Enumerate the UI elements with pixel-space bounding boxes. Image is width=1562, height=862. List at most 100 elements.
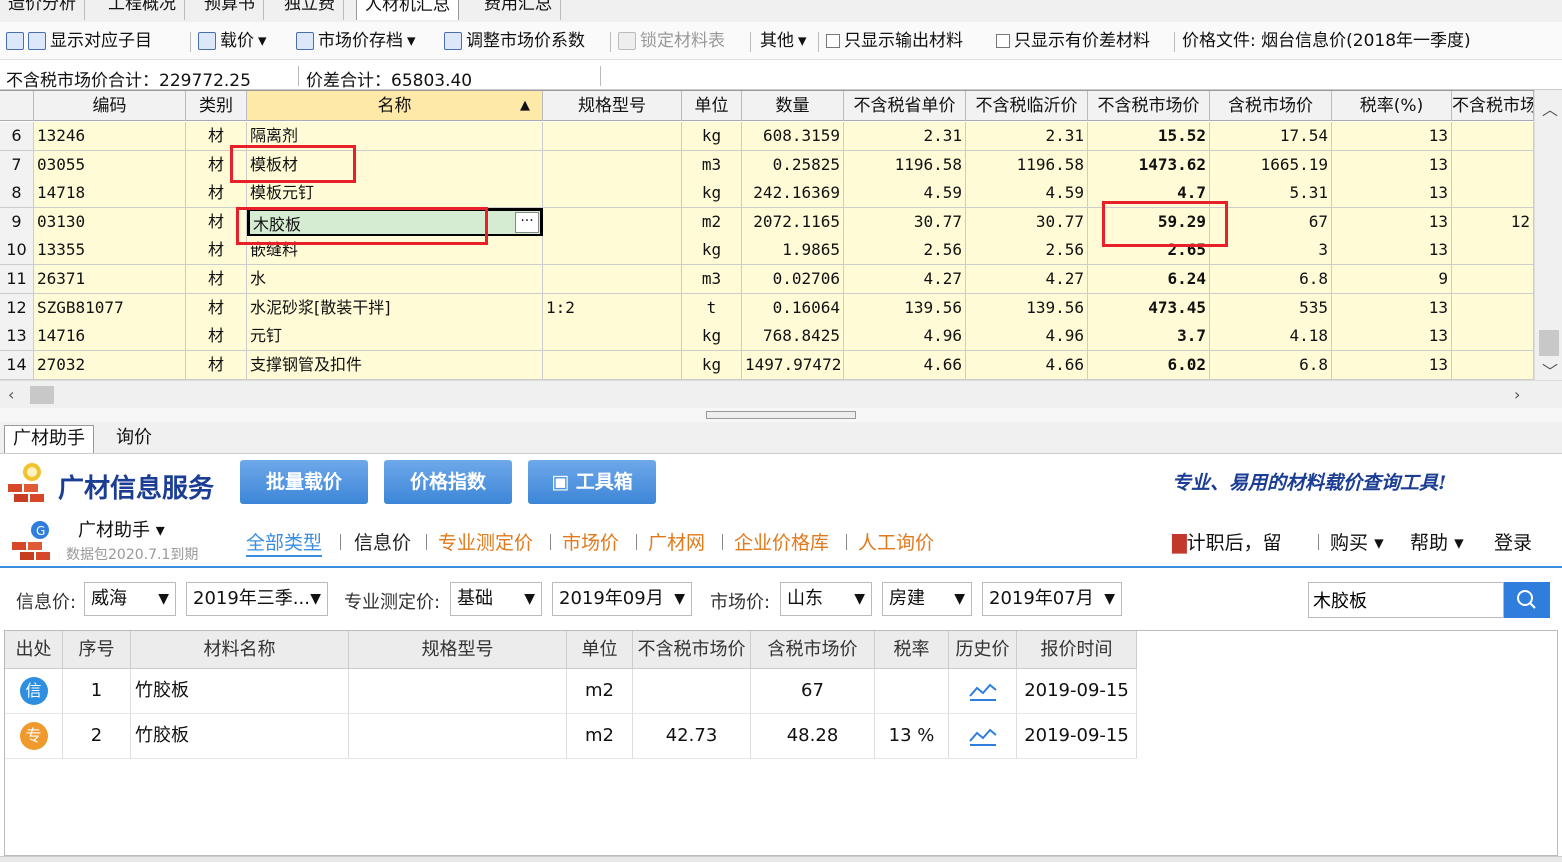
cell-qty[interactable]: 608.3159 (742, 122, 844, 151)
cell-qty[interactable]: 0.02706 (742, 265, 844, 294)
cell-p4[interactable]: 6.8 (1210, 265, 1332, 294)
cell-tax[interactable]: 13 (1332, 207, 1452, 237)
cell-p4[interactable]: 5.31 (1210, 179, 1332, 209)
cell-last[interactable] (1452, 236, 1534, 266)
cell-last[interactable] (1452, 350, 1534, 380)
scroll-right-icon[interactable]: › (1514, 385, 1520, 404)
lock-table-button[interactable]: 锁定材料表 (618, 28, 725, 54)
cell-unit[interactable]: kg (682, 122, 742, 151)
tab-gc-assistant[interactable]: 广材助手 (4, 425, 94, 453)
scroll-down-icon[interactable]: ﹀ (1542, 358, 1558, 382)
login-link[interactable]: 登录 (1494, 528, 1532, 555)
cell-tax[interactable]: 13 (1332, 236, 1452, 266)
table-row[interactable]: 11 26371 材水 m3 0.02706 4.27 4.27 6.24 6.8 9 (0, 265, 1534, 294)
pane-splitter[interactable] (0, 408, 1562, 422)
cell-n[interactable]: 14 (0, 350, 34, 380)
tab-labor-material-summary[interactable]: 人材机汇总 (356, 0, 459, 20)
cell-p2[interactable]: 4.59 (966, 179, 1088, 209)
cell-p2[interactable]: 4.66 (966, 350, 1088, 380)
cell-unit[interactable]: kg (682, 179, 742, 209)
market-type-select[interactable]: 房建 ▼ (882, 582, 972, 616)
cell-p3[interactable]: 6.02 (1088, 350, 1210, 380)
cell-tax[interactable]: 13 (1332, 293, 1452, 323)
nav-market-price[interactable]: 市场价 (562, 528, 619, 555)
cell-p1[interactable]: 4.27 (844, 265, 966, 294)
cell-p2[interactable]: 30.77 (966, 207, 1088, 237)
cell-code[interactable]: 27032 (34, 350, 186, 380)
cell-p2[interactable]: 1196.58 (966, 150, 1088, 180)
market-archive-button[interactable]: 市场价存档 ▾ (296, 28, 416, 54)
cell-code[interactable]: 03055 (34, 150, 186, 180)
cell-qty[interactable]: 0.16064 (742, 293, 844, 323)
cell-type[interactable]: 材 (186, 179, 247, 209)
cell-p3[interactable]: 3.7 (1088, 322, 1210, 352)
scroll-up-icon[interactable]: ︿ (1542, 96, 1558, 120)
nav-gc-web[interactable]: 广材网 (648, 528, 705, 555)
cell-code[interactable]: 03130 (34, 207, 186, 237)
cell-name[interactable]: 模板元钉 (247, 179, 543, 209)
cell-spec[interactable] (543, 236, 682, 266)
cell-qty[interactable]: 0.25825 (742, 150, 844, 180)
cell-type[interactable]: 材 (186, 265, 247, 294)
col-header-type[interactable]: 类别 (186, 91, 247, 121)
only-diff-checkbox[interactable]: 只显示有价差材料 (996, 28, 1150, 54)
cell-tax[interactable]: 13 (1332, 350, 1452, 380)
tab-independent-fee[interactable]: 独立费 (276, 0, 344, 20)
cell-unit[interactable]: m3 (682, 150, 742, 180)
tab-inquiry[interactable]: 询价 (108, 425, 160, 453)
col-header-market-price[interactable]: 不含税市场价 (1088, 91, 1210, 121)
scroll-left-icon[interactable]: ‹ (8, 385, 14, 404)
cell-p1[interactable]: 4.59 (844, 179, 966, 209)
cell-n[interactable]: 7 (0, 150, 34, 180)
assistant-menu[interactable]: 广材助手 ▾ (78, 516, 165, 542)
cell-spec[interactable] (543, 122, 682, 151)
cell-p4[interactable]: 4.18 (1210, 322, 1332, 352)
cell-p2[interactable]: 4.96 (966, 322, 1088, 352)
cell-n[interactable]: 12 (0, 293, 34, 323)
col-header-unit[interactable]: 单位 (682, 91, 742, 121)
cell-n[interactable]: 8 (0, 179, 34, 209)
cell-spec[interactable] (543, 150, 682, 180)
table-row[interactable]: 10 13355 材嵌缝料 kg 1.9865 2.56 2.56 2.65 3 13 (0, 236, 1534, 266)
cell-p1[interactable]: 4.66 (844, 350, 966, 380)
cell-tax[interactable]: 9 (1332, 265, 1452, 294)
cell-p4[interactable]: 6.8 (1210, 350, 1332, 380)
batch-load-button[interactable]: 批量载价 (240, 460, 368, 504)
col-header-linyi-price[interactable]: 不含税临沂价 (966, 91, 1088, 121)
cell-last[interactable] (1452, 322, 1534, 352)
adjust-coef-button[interactable]: 调整市场价系数 (444, 28, 585, 54)
col-header-qty[interactable]: 数量 (742, 91, 844, 121)
history-chart-button[interactable] (949, 669, 1017, 714)
horizontal-scrollbar[interactable]: ‹ › (0, 380, 1562, 408)
cell-type[interactable]: 材 (186, 322, 247, 352)
cell-p1[interactable]: 2.56 (844, 236, 966, 266)
material-search-input[interactable] (1308, 582, 1504, 618)
cell-unit[interactable]: kg (682, 350, 742, 380)
vertical-scrollbar[interactable]: ︿ ﹀ (1534, 90, 1562, 382)
cell-qty[interactable]: 242.16369 (742, 179, 844, 209)
cell-last[interactable] (1452, 150, 1534, 180)
cell-spec[interactable] (543, 179, 682, 209)
cell-unit[interactable]: m3 (682, 265, 742, 294)
buy-menu[interactable]: 购买 ▾ (1330, 528, 1384, 555)
price-index-button[interactable]: 价格指数 (384, 460, 512, 504)
cell-unit[interactable]: kg (682, 236, 742, 266)
cell-n[interactable]: 6 (0, 122, 34, 151)
cell-qty[interactable]: 1.9865 (742, 236, 844, 266)
col-header-code[interactable]: 编码 (34, 91, 186, 121)
cell-n[interactable]: 11 (0, 265, 34, 294)
table-row[interactable]: 14 27032 材支撑钢管及扣件 kg 1497.97472 4.66 4.66 6.02 6… (0, 350, 1534, 380)
cell-tax[interactable]: 13 (1332, 322, 1452, 352)
cell-p3[interactable]: 473.45 (1088, 293, 1210, 323)
help-menu[interactable]: 帮助 ▾ (1410, 528, 1464, 555)
cell-tax[interactable]: 13 (1332, 150, 1452, 180)
cell-unit[interactable]: t (682, 293, 742, 323)
cell-p4[interactable]: 3 (1210, 236, 1332, 266)
tab-budget-book[interactable]: 预算书 (196, 0, 264, 20)
cell-spec[interactable] (543, 350, 682, 380)
col-header-market-total[interactable]: 不含税市场 (1452, 91, 1534, 121)
cell-p4[interactable]: 67 (1210, 207, 1332, 237)
cell-qty[interactable]: 1497.97472 (742, 350, 844, 380)
table-row[interactable]: 9 03130 材木胶板 ··· m2 2072.1165 30.77 30.77 59.29 6… (0, 207, 1534, 237)
cell-p1[interactable]: 139.56 (844, 293, 966, 323)
